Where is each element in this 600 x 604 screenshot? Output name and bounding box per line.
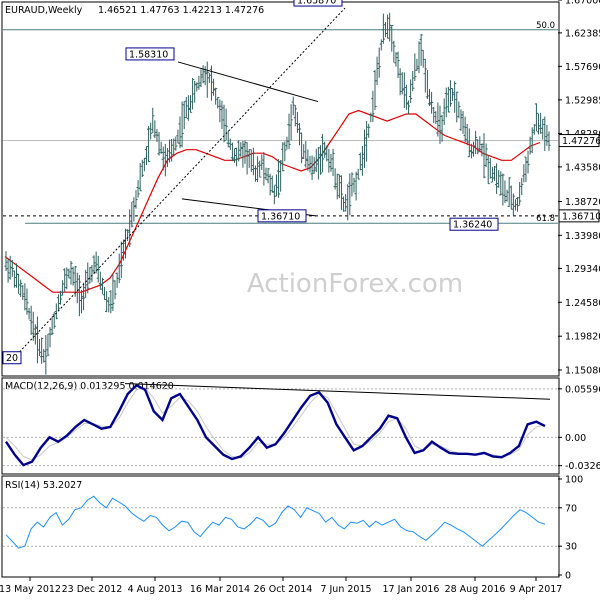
price-y-tick-label: 1.62385 — [565, 28, 600, 39]
support-price-label: 1.36710 — [562, 211, 600, 222]
x-tick-label: 23 Dec 2012 — [62, 584, 123, 595]
price-y-tick-label: 1.24580 — [565, 298, 600, 309]
price-y-tick-label: 1.33980 — [565, 231, 600, 242]
price-ohlc: 1.46521 1.47763 1.42213 1.47276 — [98, 5, 264, 16]
price-y-tick-label: 1.15080 — [565, 366, 600, 377]
macd-y-tick-label: 0.055965 — [565, 384, 600, 395]
rsi-y-tick-label: 100 — [565, 475, 583, 486]
x-tick-label: 17 Jan 2016 — [383, 584, 440, 595]
price-y-tick-label: 1.29340 — [565, 264, 600, 275]
x-tick-label: 4 Aug 2013 — [128, 584, 183, 595]
x-tick-label: 13 May 2012 — [0, 584, 61, 595]
level-label: 1.36710 — [261, 211, 300, 222]
x-tick-label: 28 Aug 2016 — [445, 584, 506, 595]
level-label: 1.36240 — [453, 220, 492, 231]
x-tick-label: 26 Oct 2014 — [254, 584, 313, 595]
x-tick-label: 7 Jun 2015 — [320, 584, 371, 595]
rsi-y-tick-label: 0 — [565, 571, 571, 582]
x-tick-label: 9 Apr 2017 — [510, 584, 563, 595]
price-y-tick-label: 1.38720 — [565, 197, 600, 208]
macd-y-tick-label: -0.03269 — [565, 461, 600, 472]
price-y-tick-label: 1.19820 — [565, 332, 600, 343]
macd-title: MACD(12,26,9) 0.013295 0.014620 — [5, 381, 174, 392]
level-label: 1.58310 — [129, 49, 168, 60]
level-label: 1.65870 — [297, 0, 336, 7]
price-y-tick-label: 1.67000 — [565, 0, 600, 7]
level-label: 20 — [6, 353, 18, 364]
macd-y-tick-label: 0.00 — [565, 433, 586, 444]
rsi-y-tick-label: 30 — [565, 542, 577, 553]
fib-50-label: 50.0 — [536, 21, 555, 31]
rsi-y-tick-label: 70 — [565, 503, 577, 514]
current-price-label: 1.47276 — [562, 136, 600, 147]
chart-root: ActionForex.com EURAUD,Weekly 1.46521 1.… — [0, 0, 600, 600]
watermark: ActionForex.com — [247, 269, 463, 299]
rsi-title: RSI(14) 53.2027 — [5, 480, 82, 491]
price-title: EURAUD,Weekly — [5, 5, 83, 16]
chart-svg: ActionForex.com EURAUD,Weekly 1.46521 1.… — [0, 0, 600, 600]
price-y-tick-label: 1.43580 — [565, 162, 600, 173]
price-y-tick-label: 1.57690 — [565, 62, 600, 73]
price-y-tick-label: 1.52985 — [565, 95, 600, 106]
x-tick-label: 16 Mar 2014 — [190, 584, 250, 595]
